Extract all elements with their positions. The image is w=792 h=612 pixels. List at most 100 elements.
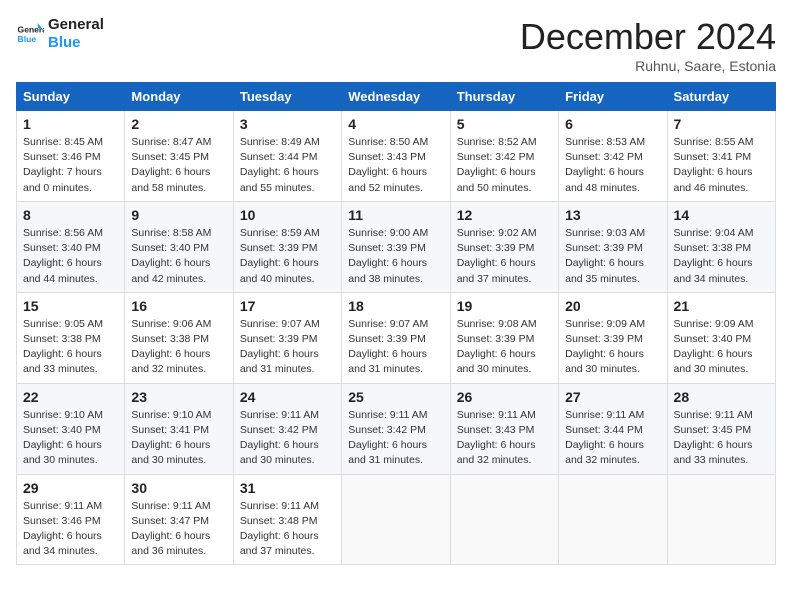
day-detail: Sunrise: 9:00 AM Sunset: 3:39 PM Dayligh… [348, 226, 443, 287]
day-detail: Sunrise: 9:04 AM Sunset: 3:38 PM Dayligh… [674, 226, 769, 287]
day-detail: Sunrise: 8:58 AM Sunset: 3:40 PM Dayligh… [131, 226, 226, 287]
page-header: General Blue General Blue December 2024 … [16, 16, 776, 74]
day-number: 15 [23, 298, 118, 314]
day-detail: Sunrise: 9:10 AM Sunset: 3:41 PM Dayligh… [131, 408, 226, 469]
calendar-week-row: 29 Sunrise: 9:11 AM Sunset: 3:46 PM Dayl… [17, 474, 776, 565]
calendar-cell: 31 Sunrise: 9:11 AM Sunset: 3:48 PM Dayl… [233, 474, 341, 565]
month-title: December 2024 [520, 16, 776, 58]
calendar-cell: 25 Sunrise: 9:11 AM Sunset: 3:42 PM Dayl… [342, 383, 450, 474]
calendar-cell: 21 Sunrise: 9:09 AM Sunset: 3:40 PM Dayl… [667, 292, 775, 383]
calendar-week-row: 8 Sunrise: 8:56 AM Sunset: 3:40 PM Dayli… [17, 201, 776, 292]
day-detail: Sunrise: 9:05 AM Sunset: 3:38 PM Dayligh… [23, 317, 118, 378]
day-number: 22 [23, 389, 118, 405]
calendar-cell: 4 Sunrise: 8:50 AM Sunset: 3:43 PM Dayli… [342, 111, 450, 202]
day-detail: Sunrise: 8:50 AM Sunset: 3:43 PM Dayligh… [348, 135, 443, 196]
calendar-cell: 22 Sunrise: 9:10 AM Sunset: 3:40 PM Dayl… [17, 383, 125, 474]
day-number: 30 [131, 480, 226, 496]
calendar-cell: 23 Sunrise: 9:10 AM Sunset: 3:41 PM Dayl… [125, 383, 233, 474]
col-header-thursday: Thursday [450, 83, 558, 111]
day-detail: Sunrise: 8:55 AM Sunset: 3:41 PM Dayligh… [674, 135, 769, 196]
logo-text-general: General [48, 16, 104, 34]
day-number: 5 [457, 116, 552, 132]
calendar-cell: 19 Sunrise: 9:08 AM Sunset: 3:39 PM Dayl… [450, 292, 558, 383]
day-number: 16 [131, 298, 226, 314]
day-detail: Sunrise: 9:03 AM Sunset: 3:39 PM Dayligh… [565, 226, 660, 287]
day-number: 3 [240, 116, 335, 132]
calendar-week-row: 1 Sunrise: 8:45 AM Sunset: 3:46 PM Dayli… [17, 111, 776, 202]
day-detail: Sunrise: 9:07 AM Sunset: 3:39 PM Dayligh… [240, 317, 335, 378]
calendar-header-row: SundayMondayTuesdayWednesdayThursdayFrid… [17, 83, 776, 111]
day-detail: Sunrise: 8:49 AM Sunset: 3:44 PM Dayligh… [240, 135, 335, 196]
day-number: 8 [23, 207, 118, 223]
day-detail: Sunrise: 9:08 AM Sunset: 3:39 PM Dayligh… [457, 317, 552, 378]
day-detail: Sunrise: 9:06 AM Sunset: 3:38 PM Dayligh… [131, 317, 226, 378]
day-number: 20 [565, 298, 660, 314]
title-block: December 2024 Ruhnu, Saare, Estonia [520, 16, 776, 74]
calendar-cell: 30 Sunrise: 9:11 AM Sunset: 3:47 PM Dayl… [125, 474, 233, 565]
col-header-wednesday: Wednesday [342, 83, 450, 111]
day-number: 19 [457, 298, 552, 314]
day-detail: Sunrise: 8:53 AM Sunset: 3:42 PM Dayligh… [565, 135, 660, 196]
day-number: 4 [348, 116, 443, 132]
day-number: 24 [240, 389, 335, 405]
day-number: 23 [131, 389, 226, 405]
col-header-sunday: Sunday [17, 83, 125, 111]
calendar-cell: 6 Sunrise: 8:53 AM Sunset: 3:42 PM Dayli… [559, 111, 667, 202]
calendar-cell: 17 Sunrise: 9:07 AM Sunset: 3:39 PM Dayl… [233, 292, 341, 383]
day-number: 25 [348, 389, 443, 405]
day-number: 18 [348, 298, 443, 314]
calendar-cell: 2 Sunrise: 8:47 AM Sunset: 3:45 PM Dayli… [125, 111, 233, 202]
calendar-table: SundayMondayTuesdayWednesdayThursdayFrid… [16, 82, 776, 565]
calendar-cell: 12 Sunrise: 9:02 AM Sunset: 3:39 PM Dayl… [450, 201, 558, 292]
logo-icon: General Blue [16, 20, 44, 48]
day-number: 17 [240, 298, 335, 314]
day-detail: Sunrise: 9:11 AM Sunset: 3:47 PM Dayligh… [131, 499, 226, 560]
day-detail: Sunrise: 9:07 AM Sunset: 3:39 PM Dayligh… [348, 317, 443, 378]
calendar-cell: 7 Sunrise: 8:55 AM Sunset: 3:41 PM Dayli… [667, 111, 775, 202]
calendar-cell: 26 Sunrise: 9:11 AM Sunset: 3:43 PM Dayl… [450, 383, 558, 474]
day-number: 13 [565, 207, 660, 223]
day-detail: Sunrise: 9:11 AM Sunset: 3:45 PM Dayligh… [674, 408, 769, 469]
day-number: 29 [23, 480, 118, 496]
day-number: 9 [131, 207, 226, 223]
calendar-cell: 5 Sunrise: 8:52 AM Sunset: 3:42 PM Dayli… [450, 111, 558, 202]
day-detail: Sunrise: 8:47 AM Sunset: 3:45 PM Dayligh… [131, 135, 226, 196]
calendar-cell: 27 Sunrise: 9:11 AM Sunset: 3:44 PM Dayl… [559, 383, 667, 474]
day-detail: Sunrise: 9:09 AM Sunset: 3:40 PM Dayligh… [674, 317, 769, 378]
calendar-cell: 28 Sunrise: 9:11 AM Sunset: 3:45 PM Dayl… [667, 383, 775, 474]
calendar-week-row: 15 Sunrise: 9:05 AM Sunset: 3:38 PM Dayl… [17, 292, 776, 383]
day-number: 26 [457, 389, 552, 405]
calendar-cell [342, 474, 450, 565]
calendar-cell [667, 474, 775, 565]
calendar-week-row: 22 Sunrise: 9:10 AM Sunset: 3:40 PM Dayl… [17, 383, 776, 474]
day-detail: Sunrise: 9:11 AM Sunset: 3:46 PM Dayligh… [23, 499, 118, 560]
day-number: 28 [674, 389, 769, 405]
col-header-saturday: Saturday [667, 83, 775, 111]
day-number: 12 [457, 207, 552, 223]
calendar-cell: 11 Sunrise: 9:00 AM Sunset: 3:39 PM Dayl… [342, 201, 450, 292]
day-number: 11 [348, 207, 443, 223]
calendar-cell: 15 Sunrise: 9:05 AM Sunset: 3:38 PM Dayl… [17, 292, 125, 383]
day-number: 2 [131, 116, 226, 132]
day-number: 10 [240, 207, 335, 223]
calendar-cell: 1 Sunrise: 8:45 AM Sunset: 3:46 PM Dayli… [17, 111, 125, 202]
calendar-cell: 24 Sunrise: 9:11 AM Sunset: 3:42 PM Dayl… [233, 383, 341, 474]
col-header-monday: Monday [125, 83, 233, 111]
day-detail: Sunrise: 9:10 AM Sunset: 3:40 PM Dayligh… [23, 408, 118, 469]
day-number: 31 [240, 480, 335, 496]
day-detail: Sunrise: 8:52 AM Sunset: 3:42 PM Dayligh… [457, 135, 552, 196]
day-detail: Sunrise: 8:59 AM Sunset: 3:39 PM Dayligh… [240, 226, 335, 287]
day-detail: Sunrise: 9:11 AM Sunset: 3:48 PM Dayligh… [240, 499, 335, 560]
logo-text-blue: Blue [48, 34, 104, 52]
col-header-tuesday: Tuesday [233, 83, 341, 111]
calendar-cell: 18 Sunrise: 9:07 AM Sunset: 3:39 PM Dayl… [342, 292, 450, 383]
calendar-cell [450, 474, 558, 565]
svg-text:Blue: Blue [18, 34, 37, 44]
day-number: 6 [565, 116, 660, 132]
day-detail: Sunrise: 8:56 AM Sunset: 3:40 PM Dayligh… [23, 226, 118, 287]
day-detail: Sunrise: 9:02 AM Sunset: 3:39 PM Dayligh… [457, 226, 552, 287]
calendar-cell: 16 Sunrise: 9:06 AM Sunset: 3:38 PM Dayl… [125, 292, 233, 383]
calendar-cell: 20 Sunrise: 9:09 AM Sunset: 3:39 PM Dayl… [559, 292, 667, 383]
calendar-cell: 10 Sunrise: 8:59 AM Sunset: 3:39 PM Dayl… [233, 201, 341, 292]
logo: General Blue General Blue [16, 16, 104, 52]
